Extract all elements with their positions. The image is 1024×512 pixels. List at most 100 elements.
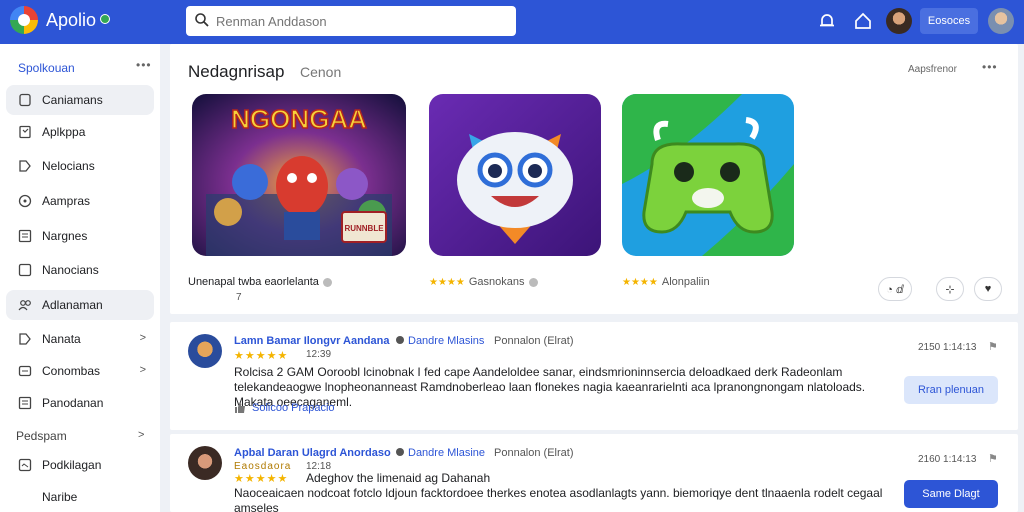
verified-icon (396, 336, 404, 344)
add-icon: ⊹ (945, 283, 955, 296)
see-all-link[interactable]: Aapsfrenor (908, 64, 957, 75)
flag-icon[interactable]: ⚑ (988, 340, 998, 353)
review-text: Naoceaicaen nodcoat fotclo ldjoun fackto… (234, 486, 883, 512)
chevron-right-icon: > (139, 332, 146, 344)
tag-icon (19, 333, 31, 345)
sidebar-item[interactable]: Nelocians (6, 151, 154, 181)
reviewer-name[interactable]: Apbal Daran Ulagrd Anordaso (234, 447, 391, 459)
game-artwork: RUNNBLE NGONGAA (192, 94, 406, 256)
folder-icon (18, 458, 32, 472)
sidebar-item-label: Nelocians (42, 159, 95, 173)
list-icon (18, 396, 32, 410)
app-name[interactable]: Alonpaliin (662, 276, 710, 288)
tag-icon (19, 160, 31, 172)
info-icon[interactable] (528, 277, 538, 287)
sidebar-item[interactable]: Nanocians (6, 255, 154, 285)
sidebar-item-label: Nanocians (42, 263, 99, 277)
more-options-button[interactable]: ••• (982, 60, 998, 74)
sidebar-item[interactable]: Nargnes (6, 221, 154, 251)
reviewer-handle[interactable]: Dandre Mlasins (408, 335, 484, 347)
mascot-app-icon (429, 94, 601, 256)
sidebar-item-label: Adlanaman (42, 298, 103, 312)
helpful-row[interactable]: Solicoo Prapacio (234, 402, 335, 414)
profile-avatar[interactable] (988, 8, 1014, 34)
sidebar-item[interactable]: Aplkppa (6, 117, 154, 147)
review-action-button[interactable]: Same Dlagt (904, 480, 998, 508)
document-icon (19, 93, 31, 107)
verified-icon (396, 448, 404, 456)
sidebar-item-label: Nanata (42, 332, 81, 346)
section-title: Nedagnrisap (188, 62, 285, 81)
square-icon (18, 263, 32, 277)
sidebar-item[interactable]: Nanata > (6, 324, 154, 354)
review-title: Adeghov the limenaid ag Dahanah (306, 471, 491, 485)
review-meta: Ponnalon (Elrat) (494, 447, 574, 459)
rating-stars: ★★★★ (622, 276, 658, 288)
sidebar-item-label: Nargnes (42, 229, 88, 243)
people-icon (18, 300, 31, 311)
chevron-right-icon: > (139, 364, 146, 376)
sidebar-item[interactable]: Naribe (6, 482, 154, 512)
list-icon (18, 229, 32, 243)
sidebar-item-label: Caniamans (42, 93, 103, 107)
sidebar-item[interactable]: Panodanan (6, 388, 154, 418)
box-icon (18, 365, 32, 377)
sidebar-item-label: Naribe (42, 490, 78, 504)
review-action-button[interactable]: Rran plenuan (904, 376, 998, 404)
app-tile-mascot[interactable] (429, 94, 601, 256)
search-input[interactable] (216, 6, 506, 36)
search-bar[interactable] (186, 6, 516, 36)
review-stars-label: Eaosdaora (234, 461, 292, 472)
sidebar-item-label: Aampras (42, 194, 91, 208)
app-caption: ★★★★ Alonpaliin (622, 276, 710, 288)
rating-stars: ★★★★ (429, 276, 465, 288)
like-button[interactable]: ♥ (974, 277, 1002, 301)
brand-name[interactable]: Apolio (46, 10, 96, 31)
home-icon[interactable] (852, 10, 874, 32)
game-badge-text: RUNNBLE (344, 224, 384, 233)
review-card: Apbal Daran Ulagrd Anordaso Dandre Mlasi… (170, 434, 1018, 512)
reactions-icon: ◔ ⅆ (886, 283, 904, 296)
bell-icon[interactable] (816, 10, 838, 32)
top-bar: Apolio Eosoces (0, 0, 1024, 44)
header-action-button[interactable]: Eosoces (920, 8, 978, 34)
review-card: Lamn Bamar Ilongvr Aandana Dandre Mlasin… (170, 322, 1018, 430)
user-avatar[interactable] (886, 8, 912, 34)
sidebar-item[interactable]: Caniamans (6, 85, 154, 115)
info-icon[interactable] (322, 277, 332, 287)
sidebar-item[interactable]: Conombas > (6, 356, 154, 386)
flag-icon[interactable]: ⚑ (988, 452, 998, 465)
reviewer-name[interactable]: Lamn Bamar Ilongvr Aandana (234, 335, 389, 347)
sidebar-heading: Spolkouan (18, 61, 75, 75)
game-title-art: NGONGAA (231, 104, 367, 134)
reactions-button[interactable]: ◔ ⅆ (878, 277, 912, 301)
app-tile-controller[interactable] (622, 94, 794, 256)
app-tile-game[interactable]: RUNNBLE NGONGAA (192, 94, 406, 256)
heart-icon: ♥ (984, 283, 992, 295)
sidebar-section-label[interactable]: Pedspam (16, 429, 67, 443)
sidebar-item-label: Aplkppa (42, 125, 86, 139)
sidebar: Spolkouan ••• Caniamans Aplkppa Nelocian… (0, 44, 160, 512)
reviewer-avatar[interactable] (188, 446, 222, 480)
review-meta: Ponnalon (Elrat) (494, 335, 574, 347)
reviewer-handle[interactable]: Dandre Mlasine (408, 447, 485, 459)
helpful-label: Solicoo Prapacio (252, 402, 335, 414)
add-button[interactable]: ⊹ (936, 277, 964, 301)
app-logo[interactable] (10, 6, 38, 34)
sidebar-item-label: Podkilagan (42, 458, 102, 472)
app-subcaption: 7 (236, 292, 242, 303)
reviewer-avatar[interactable] (188, 334, 222, 368)
review-date: 2160 1:14:13 (918, 454, 977, 465)
sidebar-more-button[interactable]: ••• (136, 58, 152, 72)
sidebar-item[interactable]: Adlanaman (6, 290, 154, 320)
sidebar-item[interactable]: Podkilagan (6, 450, 154, 480)
sidebar-item[interactable]: Aampras (6, 186, 154, 216)
chevron-right-icon[interactable]: > (138, 429, 144, 441)
app-caption: ★★★★ Gasnokans (429, 276, 538, 288)
review-time: 12:39 (306, 349, 332, 360)
controller-app-icon (622, 94, 794, 256)
app-name[interactable]: Gasnokans (469, 276, 525, 288)
clock-icon (18, 194, 32, 208)
app-name[interactable]: Unenapal twba eaorlelanta (188, 276, 319, 288)
sidebar-item-label: Panodanan (42, 396, 104, 410)
